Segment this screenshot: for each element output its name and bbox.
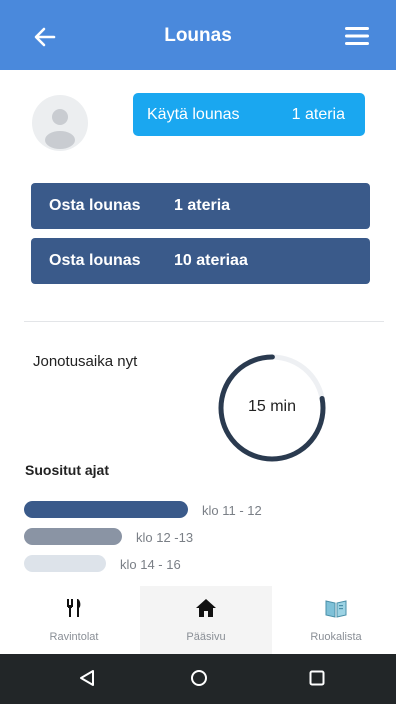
popular-time-bar [24, 555, 106, 572]
back-triangle-icon[interactable] [77, 668, 97, 688]
menu-book-icon [325, 600, 347, 618]
buy-lunch-1-button[interactable]: Osta lounas 1 ateria [31, 183, 370, 229]
nav-item-paasivu[interactable]: Pääsivu [140, 586, 272, 654]
bottom-navigation: Ravintolat Pääsivu Ruokalista [0, 586, 396, 654]
fork-knife-icon [67, 599, 81, 617]
popular-times-title: Suositut ajat [25, 462, 110, 478]
app-bar: Lounas [0, 0, 396, 70]
use-lunch-button[interactable]: Käytä lounas 1 ateria [133, 93, 365, 136]
popular-time-bar [24, 528, 122, 545]
popular-time-label: klo 14 - 16 [120, 557, 181, 572]
popular-time-label: klo 12 -13 [136, 530, 194, 545]
popular-time-bar [24, 501, 188, 518]
queue-time-label: Jonotusaika nyt [33, 353, 138, 370]
buy-lunch-label: Osta lounas [49, 197, 141, 214]
nav-item-ravintolat[interactable]: Ravintolat [8, 586, 140, 654]
home-circle-icon[interactable] [189, 668, 209, 688]
use-lunch-label: Käytä lounas [147, 105, 240, 123]
hamburger-menu-icon[interactable] [342, 24, 372, 48]
nav-label: Ravintolat [49, 631, 99, 643]
popular-time-label: klo 11 - 12 [202, 503, 262, 518]
buy-lunch-count: 1 ateria [174, 197, 231, 214]
recents-square-icon[interactable] [307, 668, 327, 688]
buy-lunch-label: Osta lounas [49, 252, 141, 269]
nav-label: Ruokalista [310, 631, 362, 643]
system-navigation-bar [0, 654, 396, 704]
queue-time-value: 15 min [247, 398, 297, 415]
buy-lunch-count: 10 ateriaa [174, 252, 248, 269]
nav-label: Pääsivu [186, 631, 226, 643]
buy-lunch-10-button[interactable]: Osta lounas 10 ateriaa [31, 238, 370, 284]
divider [24, 321, 384, 322]
page-title: Lounas [164, 25, 232, 46]
use-lunch-count: 1 ateria [291, 105, 345, 123]
home-icon [196, 599, 216, 617]
nav-item-ruokalista[interactable]: Ruokalista [270, 586, 396, 654]
user-avatar-icon[interactable] [32, 95, 88, 151]
